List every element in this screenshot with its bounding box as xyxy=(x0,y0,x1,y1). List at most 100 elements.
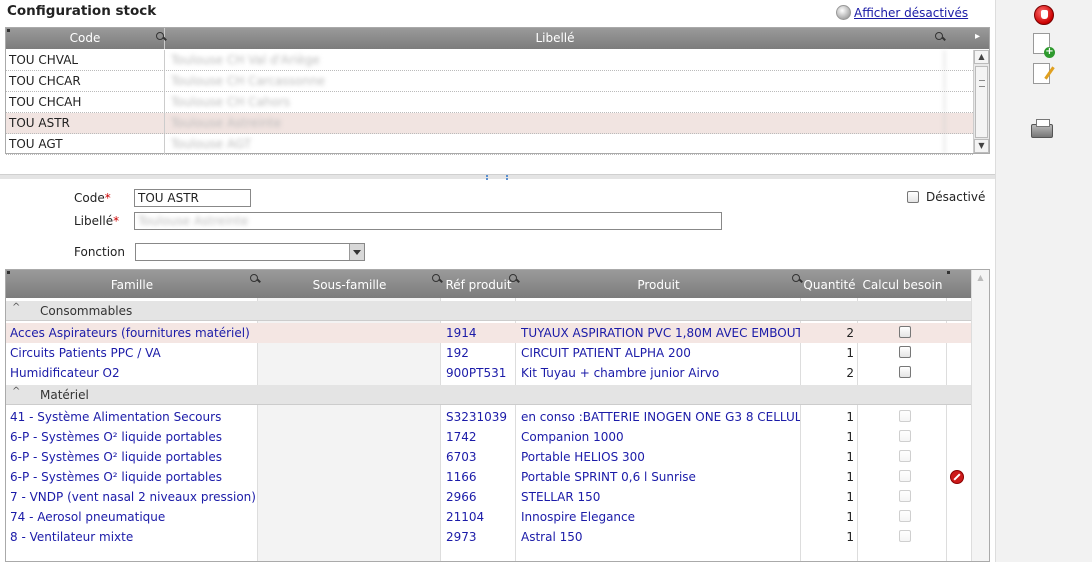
grid-scrollbar[interactable]: ▲ xyxy=(971,270,989,561)
column-menu[interactable]: ▸ xyxy=(945,28,989,49)
calcul-besoin-checkbox xyxy=(899,470,911,482)
cell-libelle: Toulouse Astreinte xyxy=(165,113,945,133)
group-header[interactable]: ^ Matériel xyxy=(6,385,972,405)
cell-produit: TUYAUX ASPIRATION PVC 1,80M AVEC EMBOUT xyxy=(521,326,800,340)
new-document-icon[interactable] xyxy=(1033,33,1055,58)
cell-quantite: 1 xyxy=(846,510,854,524)
chevron-right-icon[interactable]: ▸ xyxy=(975,31,980,42)
chevron-down-icon[interactable] xyxy=(349,244,364,260)
cell-produit: Portable SPRINT 0,6 l Sunrise xyxy=(521,470,696,484)
column-header-quantite[interactable]: Quantité xyxy=(801,270,858,298)
list-row[interactable]: TOU AGT Toulouse AGT xyxy=(6,134,973,155)
cell-ref: 192 xyxy=(446,346,469,360)
table-row[interactable]: 8 - Ventilateur mixte 2973 Astral 150 1 xyxy=(6,527,972,547)
fonction-label: Fonction xyxy=(74,245,126,259)
cell-quantite: 1 xyxy=(846,490,854,504)
cell-quantite: 1 xyxy=(846,530,854,544)
libelle-field[interactable]: Toulouse Astreinte xyxy=(134,212,722,230)
cell-famille: Circuits Patients PPC / VA xyxy=(10,346,161,360)
scroll-thumb[interactable] xyxy=(975,66,988,138)
cell-quantite: 1 xyxy=(846,346,854,360)
calcul-besoin-checkbox xyxy=(899,450,911,462)
cell-ref: 1166 xyxy=(446,470,477,484)
edit-document-icon[interactable] xyxy=(1033,63,1050,84)
list-body: TOU CHVAL Toulouse CH Val d'Ariège TOU CHC… xyxy=(6,50,973,155)
cell-produit: Innospire Elegance xyxy=(521,510,636,524)
cell-libelle: Toulouse CH Val d'Ariège xyxy=(165,50,945,70)
scroll-up-icon[interactable]: ▲ xyxy=(974,50,989,64)
column-header-calcul-besoin[interactable]: Calcul besoin xyxy=(858,270,947,298)
scroll-up-icon[interactable]: ▲ xyxy=(972,270,989,287)
cell-produit: Kit Tuyau + chambre junior Airvo xyxy=(521,366,720,380)
splitter-grip[interactable] xyxy=(486,175,508,178)
column-header-produit[interactable]: Produit xyxy=(516,270,801,298)
calcul-besoin-checkbox[interactable] xyxy=(899,326,911,338)
table-row[interactable]: 74 - Aerosol pneumatique 21104 Innospire E… xyxy=(6,507,972,527)
cell-libelle: Toulouse CH Cahors xyxy=(165,92,945,112)
list-scrollbar[interactable]: ▲ ▼ xyxy=(973,50,989,153)
column-header-famille[interactable]: Famille xyxy=(6,270,258,298)
list-row[interactable]: TOU CHVAL Toulouse CH Val d'Ariège xyxy=(6,50,973,71)
calcul-besoin-checkbox xyxy=(899,490,911,502)
calcul-besoin-checkbox[interactable] xyxy=(899,346,911,358)
list-header: Code Libellé ▸ xyxy=(6,28,989,49)
cell-famille: 6-P - Systèmes O² liquide portables xyxy=(10,470,223,484)
show-disabled-link[interactable]: Afficher désactivés xyxy=(854,6,968,20)
fonction-select[interactable] xyxy=(135,243,365,261)
cell-libelle: Toulouse AGT xyxy=(165,134,945,154)
cell-produit: Portable HELIOS 300 xyxy=(521,450,645,464)
cell-code: TOU CHCAR xyxy=(6,71,165,91)
group-header[interactable]: ^ Consommables xyxy=(6,301,972,321)
cell-famille: Acces Aspirateurs (fournitures matériel) xyxy=(10,326,250,340)
code-label: Code* xyxy=(74,191,111,205)
table-row[interactable]: Acces Aspirateurs (fournitures matériel)… xyxy=(6,323,972,343)
cell-ref: 2966 xyxy=(446,490,477,504)
radio-icon[interactable] xyxy=(836,5,851,20)
list-row[interactable]: TOU ASTR Toulouse Astreinte xyxy=(6,113,973,134)
list-row[interactable]: TOU CHCAH Toulouse CH Cahors xyxy=(6,92,973,113)
table-row[interactable]: 6-P - Systèmes O² liquide portables 6703 P… xyxy=(6,447,972,467)
blocked-icon[interactable] xyxy=(950,470,964,484)
column-header-code[interactable]: Code xyxy=(6,28,165,49)
show-disabled-toggle[interactable]: Afficher désactivés xyxy=(836,5,968,20)
libelle-label: Libellé* xyxy=(74,214,120,228)
desactive-checkbox[interactable] xyxy=(907,191,919,203)
column-header-ref[interactable]: Réf produit xyxy=(441,270,516,298)
table-row[interactable]: Humidificateur O2 900PT531 Kit Tuyau + cha… xyxy=(6,363,972,383)
cell-ref: 21104 xyxy=(446,510,485,524)
pane-splitter[interactable] xyxy=(0,174,995,179)
table-row[interactable]: 6-P - Systèmes O² liquide portables 1742 C… xyxy=(6,427,972,447)
cell-produit: STELLAR 150 xyxy=(521,490,601,504)
scroll-down-icon[interactable]: ▼ xyxy=(974,139,989,153)
collapse-icon[interactable]: ^ xyxy=(12,386,20,397)
column-header-label: Code xyxy=(69,31,101,45)
cell-libelle: Toulouse CH Carcassonne xyxy=(165,71,945,91)
calcul-besoin-checkbox xyxy=(899,430,911,442)
collapse-icon[interactable]: ^ xyxy=(12,302,20,313)
list-row[interactable]: TOU CHCAR Toulouse CH Carcassonne xyxy=(6,71,973,92)
cell-produit: en conso :BATTERIE INOGEN ONE G3 8 CELLU… xyxy=(521,410,800,424)
table-row[interactable]: Circuits Patients PPC / VA 192 CIRCUIT PAT… xyxy=(6,343,972,363)
table-row[interactable]: 7 - VNDP (vent nasal 2 niveaux pression)… xyxy=(6,487,972,507)
calcul-besoin-checkbox[interactable] xyxy=(899,366,911,378)
cell-ref: 1914 xyxy=(446,326,477,340)
grid-header: Famille Sous-famille Réf produit Produit… xyxy=(6,270,972,298)
cell-famille: 6-P - Systèmes O² liquide portables xyxy=(10,430,223,444)
pin-icon xyxy=(7,29,10,32)
cell-quantite: 1 xyxy=(846,470,854,484)
cell-ref: 1742 xyxy=(446,430,477,444)
print-icon[interactable] xyxy=(1031,119,1053,138)
cell-code: TOU ASTR xyxy=(6,113,165,133)
cell-quantite: 1 xyxy=(846,430,854,444)
column-header-sous-famille[interactable]: Sous-famille xyxy=(258,270,441,298)
stock-config-list: Code Libellé ▸ TOU CHVAL Toulouse CH Val … xyxy=(5,27,990,155)
cell-famille: 8 - Ventilateur mixte xyxy=(10,530,134,544)
column-header-libelle[interactable]: Libellé xyxy=(165,28,945,49)
stop-hand-icon[interactable] xyxy=(1034,5,1054,25)
table-row[interactable]: 6-P - Systèmes O² liquide portables 1166 P… xyxy=(6,467,972,487)
page-title: Configuration stock xyxy=(7,3,157,19)
table-row[interactable]: 41 - Système Alimentation Secours S323103… xyxy=(6,407,972,427)
cell-famille: 6-P - Systèmes O² liquide portables xyxy=(10,450,223,464)
code-field[interactable]: TOU ASTR xyxy=(134,189,251,207)
search-icon[interactable] xyxy=(935,32,945,42)
